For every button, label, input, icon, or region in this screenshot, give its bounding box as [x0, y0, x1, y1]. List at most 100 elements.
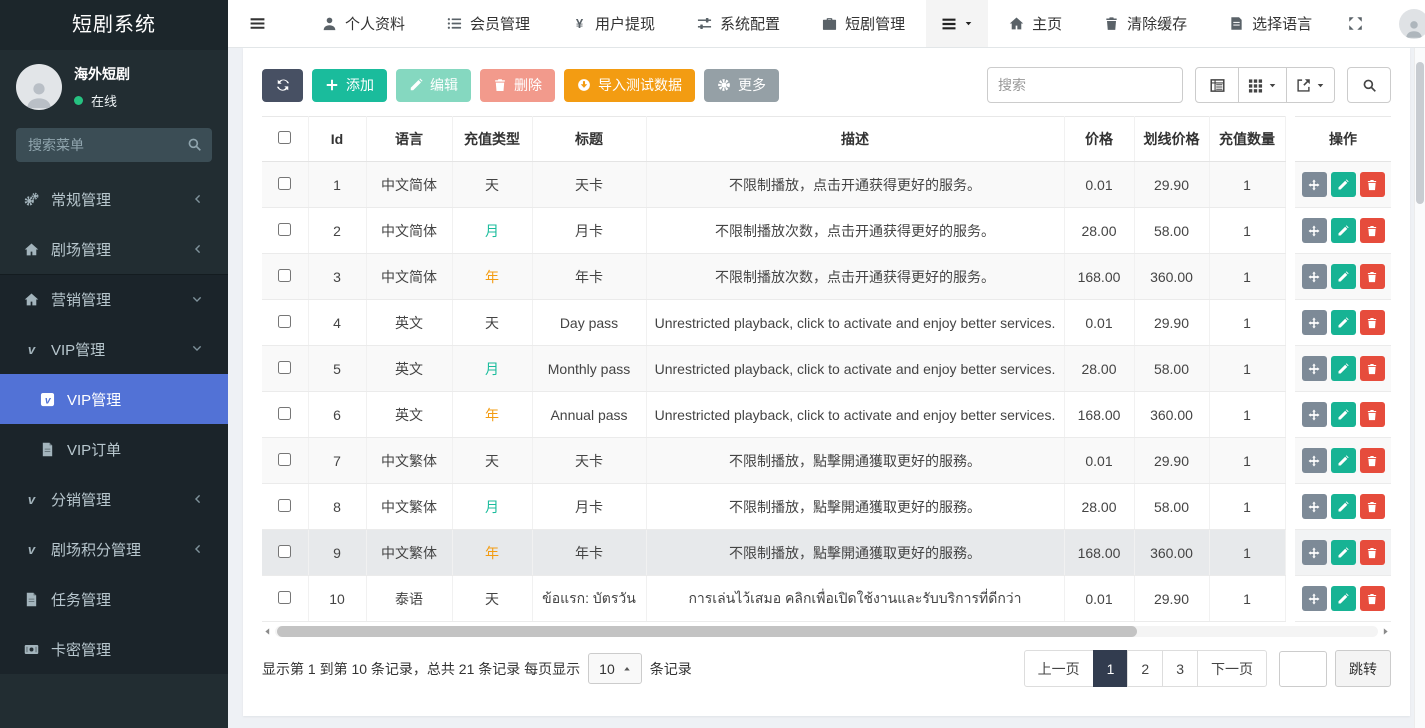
navbar-right-item-3[interactable]: 选择语言 [1208, 0, 1333, 47]
toolbar-delete-button[interactable]: 删除 [480, 69, 555, 102]
move-row-button[interactable] [1302, 494, 1327, 519]
table-search-input[interactable] [987, 67, 1183, 103]
delete-row-button[interactable] [1360, 448, 1385, 473]
edit-row-button[interactable] [1331, 586, 1356, 611]
select-all-checkbox[interactable] [278, 131, 291, 144]
cell-quantity: 1 [1209, 300, 1285, 346]
navbar-right-item-2[interactable]: 清除缓存 [1083, 0, 1208, 47]
navbar-item-2[interactable]: ¥用户提现 [551, 0, 676, 47]
move-row-button[interactable] [1302, 356, 1327, 381]
move-row-button[interactable] [1302, 218, 1327, 243]
edit-row-button[interactable] [1331, 540, 1356, 565]
navbar-right-item-1[interactable]: 主页 [988, 0, 1083, 47]
sidebar-item-7[interactable]: v剧场积分管理 [0, 524, 228, 574]
sidebar-item-4[interactable]: vVIP管理 [0, 374, 228, 424]
sidebar-toggle-button[interactable] [228, 0, 287, 47]
cell-original-price: 29.90 [1134, 438, 1209, 484]
page-button-1[interactable]: 1 [1093, 650, 1129, 687]
toolbar-import-test-data-button[interactable]: 导入测试数据 [564, 69, 695, 102]
horizontal-scrollbar[interactable] [262, 625, 1391, 638]
user-panel: 海外短剧 在线 [0, 50, 228, 120]
detail-view-button[interactable] [1195, 67, 1239, 103]
toolbar-add-button[interactable]: 添加 [312, 69, 387, 102]
delete-row-button[interactable] [1360, 172, 1385, 197]
delete-row-button[interactable] [1360, 540, 1385, 565]
edit-row-button[interactable] [1331, 172, 1356, 197]
scroll-left-arrow-icon[interactable] [262, 627, 273, 636]
navbar-item-4[interactable]: 短剧管理 [801, 0, 926, 47]
page-size-select[interactable]: 10 [588, 653, 642, 684]
cell-title: ข้อแรก: บัตรวัน [532, 576, 646, 622]
sidebar-item-6[interactable]: v分销管理 [0, 474, 228, 524]
sidebar-item-1[interactable]: 剧场管理 [0, 224, 228, 274]
briefcase-icon [822, 16, 837, 31]
page-button-2[interactable]: 2 [1127, 650, 1163, 687]
scrollbar-thumb[interactable] [277, 626, 1137, 637]
delete-row-button[interactable] [1360, 264, 1385, 289]
toolbar-refresh-button[interactable] [262, 69, 303, 102]
edit-row-button[interactable] [1331, 402, 1356, 427]
jump-button[interactable]: 跳转 [1335, 650, 1391, 687]
delete-row-button[interactable] [1360, 310, 1385, 335]
sidebar-item-0[interactable]: 常规管理 [0, 174, 228, 224]
delete-row-button[interactable] [1360, 356, 1385, 381]
column-header-actions: 操作 [1295, 117, 1391, 162]
edit-row-button[interactable] [1331, 494, 1356, 519]
edit-row-button[interactable] [1331, 448, 1356, 473]
edit-row-button[interactable] [1331, 356, 1356, 381]
sidebar-item-9[interactable]: 卡密管理 [0, 624, 228, 674]
move-row-button[interactable] [1302, 586, 1327, 611]
table-row: 3中文简体年年卡不限制播放次数，点击开通获得更好的服务。168.00360.00… [262, 254, 1391, 300]
scrollbar-thumb[interactable] [1416, 62, 1424, 204]
sidebar-item-3[interactable]: vVIP管理 [0, 324, 228, 374]
sidebar-item-5[interactable]: VIP订单 [0, 424, 228, 474]
toolbar-edit-button[interactable]: 编辑 [396, 69, 471, 102]
chevron-down-icon [190, 343, 204, 355]
move-row-button[interactable] [1302, 540, 1327, 565]
scroll-right-arrow-icon[interactable] [1380, 627, 1391, 636]
row-checkbox[interactable] [278, 591, 291, 604]
navbar-item-0[interactable]: 个人资料 [301, 0, 426, 47]
next-page-button[interactable]: 下一页 [1197, 650, 1267, 687]
edit-row-button[interactable] [1331, 218, 1356, 243]
row-checkbox[interactable] [278, 177, 291, 190]
scrollbar-track[interactable] [275, 626, 1378, 637]
row-checkbox[interactable] [278, 315, 291, 328]
navbar-item-1[interactable]: 会员管理 [426, 0, 551, 47]
row-checkbox[interactable] [278, 269, 291, 282]
navbar-item-3[interactable]: 系统配置 [676, 0, 801, 47]
move-row-button[interactable] [1302, 310, 1327, 335]
row-checkbox[interactable] [278, 361, 291, 374]
delete-row-button[interactable] [1360, 218, 1385, 243]
cell-value: 1 [333, 177, 341, 193]
row-checkbox[interactable] [278, 545, 291, 558]
move-row-button[interactable] [1302, 172, 1327, 197]
delete-row-button[interactable] [1360, 494, 1385, 519]
navbar-menu-toggle[interactable] [926, 0, 988, 47]
move-row-button[interactable] [1302, 402, 1327, 427]
edit-row-button[interactable] [1331, 310, 1356, 335]
prev-page-button[interactable]: 上一页 [1024, 650, 1094, 687]
jump-page-input[interactable] [1279, 651, 1327, 687]
row-checkbox[interactable] [278, 453, 291, 466]
columns-button[interactable] [1238, 67, 1287, 103]
sidebar-item-2[interactable]: 营销管理 [0, 274, 228, 324]
row-checkbox[interactable] [278, 407, 291, 420]
edit-row-button[interactable] [1331, 264, 1356, 289]
page-button-3[interactable]: 3 [1162, 650, 1198, 687]
cell-value: 泰语 [395, 591, 423, 607]
navbar-user[interactable]: 海外短剧 [1378, 0, 1425, 47]
delete-row-button[interactable] [1360, 586, 1385, 611]
row-checkbox[interactable] [278, 223, 291, 236]
search-button[interactable] [1347, 67, 1391, 103]
row-checkbox[interactable] [278, 499, 291, 512]
vertical-scrollbar[interactable] [1414, 48, 1425, 728]
delete-row-button[interactable] [1360, 402, 1385, 427]
toolbar-more-button[interactable]: 更多 [704, 69, 779, 102]
sidebar-search-input[interactable] [16, 128, 212, 162]
move-row-button[interactable] [1302, 448, 1327, 473]
sidebar-item-8[interactable]: 任务管理 [0, 574, 228, 624]
move-row-button[interactable] [1302, 264, 1327, 289]
export-button[interactable] [1286, 67, 1335, 103]
navbar-expand-button[interactable] [1333, 0, 1378, 47]
